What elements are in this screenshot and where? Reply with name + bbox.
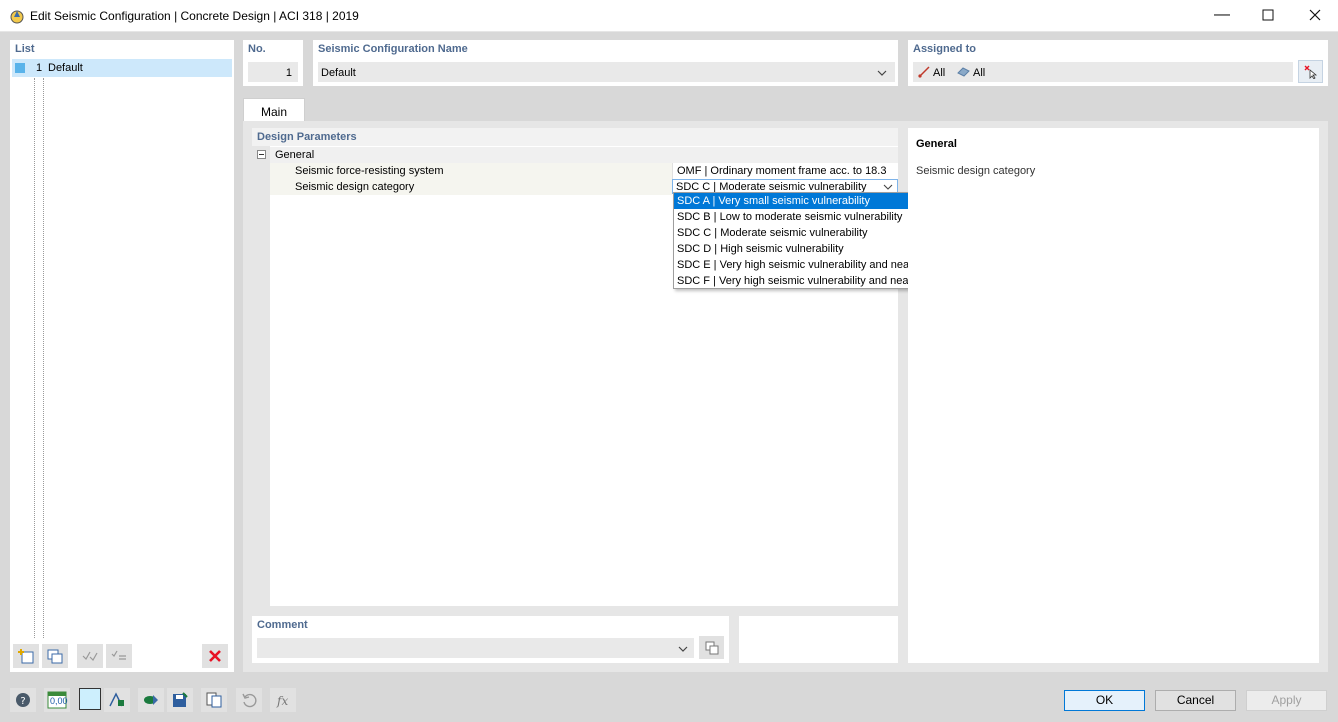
window-title: Edit Seismic Configuration | Concrete De… bbox=[30, 9, 359, 23]
delete-button[interactable] bbox=[202, 644, 228, 668]
name-heading: Seismic Configuration Name bbox=[318, 43, 468, 55]
member-icon bbox=[918, 66, 930, 78]
name-panel: Seismic Configuration Name Default bbox=[313, 40, 898, 86]
chevron-down-icon bbox=[883, 184, 893, 190]
comment-heading: Comment bbox=[257, 619, 308, 631]
title-bar: Edit Seismic Configuration | Concrete De… bbox=[0, 0, 1338, 32]
list-guide-line bbox=[34, 78, 35, 638]
svg-text:fx: fx bbox=[276, 694, 288, 708]
cancel-button[interactable]: Cancel bbox=[1155, 690, 1236, 711]
collapse-toggle[interactable] bbox=[257, 150, 266, 159]
assigned-members-label: All bbox=[933, 67, 946, 79]
copy-item-button[interactable] bbox=[42, 644, 68, 668]
new-item-button[interactable] bbox=[13, 644, 39, 668]
parameter-label: Seismic design category bbox=[295, 181, 415, 193]
display-icon bbox=[109, 692, 124, 707]
maximize-icon bbox=[1262, 9, 1274, 21]
copy-icon bbox=[705, 641, 718, 654]
maximize-button[interactable] bbox=[1245, 0, 1291, 31]
group-label: General bbox=[275, 149, 315, 161]
check-all-icon bbox=[82, 651, 98, 661]
list-guide-line bbox=[43, 78, 44, 638]
report-button[interactable] bbox=[201, 688, 227, 712]
number-heading: No. bbox=[248, 43, 266, 55]
uncheck-all-button[interactable] bbox=[106, 644, 132, 668]
display-button[interactable] bbox=[104, 688, 130, 712]
color-button[interactable] bbox=[79, 688, 101, 710]
check-all-button[interactable] bbox=[77, 644, 103, 668]
list-item-color bbox=[15, 63, 25, 73]
assigned-field[interactable]: All All bbox=[913, 62, 1293, 82]
undo-icon bbox=[242, 693, 257, 708]
info-heading: General bbox=[916, 138, 957, 150]
group-row bbox=[270, 147, 898, 163]
formula-button[interactable]: fx bbox=[270, 688, 296, 712]
comment-library-button[interactable] bbox=[699, 636, 724, 659]
close-button[interactable] bbox=[1292, 0, 1338, 31]
svg-text:?: ? bbox=[20, 696, 25, 707]
close-icon bbox=[1309, 9, 1321, 21]
help-icon: ? bbox=[16, 693, 30, 707]
formula-icon: fx bbox=[276, 694, 288, 708]
report-icon bbox=[206, 692, 222, 708]
ok-button[interactable]: OK bbox=[1064, 690, 1145, 711]
surface-icon bbox=[957, 67, 970, 77]
chevron-down-icon bbox=[877, 70, 887, 76]
name-combobox[interactable]: Default bbox=[318, 62, 895, 82]
number-panel: No. 1 bbox=[243, 40, 303, 86]
comment-input[interactable] bbox=[257, 638, 694, 658]
app-icon bbox=[10, 10, 24, 24]
view-button[interactable] bbox=[138, 688, 164, 712]
comment-panel: Comment bbox=[252, 616, 729, 663]
info-text: Seismic design category bbox=[916, 165, 1036, 177]
number-value: 1 bbox=[285, 67, 292, 79]
copy-item-icon bbox=[47, 649, 63, 664]
list-heading: List bbox=[15, 43, 35, 55]
tree-gutter bbox=[252, 146, 270, 606]
uncheck-all-icon bbox=[111, 650, 126, 660]
name-value: Default bbox=[321, 67, 356, 79]
list-item-label: Default bbox=[48, 62, 83, 74]
new-item-icon bbox=[18, 649, 34, 664]
design-parameters-heading: Design Parameters bbox=[257, 131, 357, 143]
save-template-button[interactable] bbox=[167, 688, 193, 712]
tab-main-label: Main bbox=[261, 105, 288, 119]
save-icon bbox=[173, 692, 188, 707]
help-button[interactable]: ? bbox=[10, 688, 36, 712]
chevron-down-icon bbox=[678, 646, 688, 652]
eye-arrow-icon bbox=[144, 695, 158, 705]
minimize-button[interactable]: — bbox=[1199, 0, 1245, 31]
parameter-value[interactable]: OMF | Ordinary moment frame acc. to 18.3 bbox=[672, 163, 898, 179]
assigned-heading: Assigned to bbox=[913, 43, 976, 55]
delete-icon bbox=[209, 650, 221, 662]
info-panel: General Seismic design category bbox=[908, 128, 1319, 663]
blank-panel bbox=[739, 616, 898, 663]
assigned-surfaces-label: All bbox=[973, 67, 986, 79]
units-label: 0,00 bbox=[50, 696, 68, 706]
tab-main[interactable]: Main bbox=[243, 98, 305, 122]
list-panel: List 1 Default bbox=[10, 40, 234, 672]
reset-button[interactable] bbox=[236, 688, 262, 712]
minus-icon bbox=[259, 154, 264, 155]
list-item[interactable]: 1 Default bbox=[12, 59, 232, 77]
parameter-label: Seismic force-resisting system bbox=[295, 165, 444, 177]
number-field[interactable]: 1 bbox=[248, 62, 298, 82]
assigned-panel: Assigned to All All bbox=[908, 40, 1328, 86]
pick-assignment-button[interactable] bbox=[1298, 60, 1323, 83]
pick-cursor-icon bbox=[1304, 65, 1317, 79]
list-item-number: 1 bbox=[36, 62, 43, 74]
apply-button[interactable]: Apply bbox=[1246, 690, 1327, 711]
